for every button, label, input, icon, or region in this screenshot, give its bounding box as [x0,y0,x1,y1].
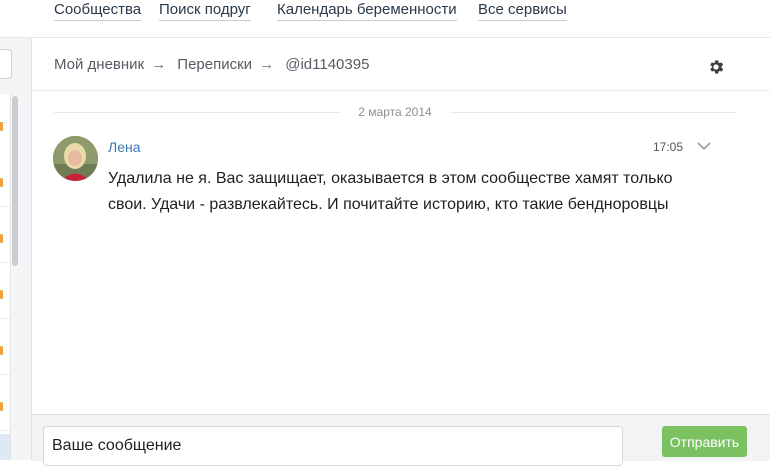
nav-link-pregnancy-calendar[interactable]: Календарь беременности [277,1,457,21]
chevron-down-icon[interactable] [697,141,711,151]
sidebar-scrollbar[interactable] [12,96,18,266]
breadcrumb: Мой дневник → Переписки → @id1140395 [54,56,376,73]
breadcrumb-separator: → [259,56,275,73]
top-navigation: Сообщества Поиск подруг Календарь береме… [0,0,770,34]
message-input[interactable] [43,426,623,466]
list-divider [0,430,10,431]
list-divider [0,206,10,207]
breadcrumb-conversations[interactable]: Переписки [177,56,252,73]
unread-badge [0,122,3,131]
list-divider [0,262,10,263]
top-divider [0,37,770,38]
list-divider [0,374,10,375]
breadcrumb-separator: → [151,56,167,73]
message-text: Удалила не я. Вас защищает, оказывается … [108,170,673,213]
message-time: 17:05 [653,140,684,154]
list-divider [0,318,10,319]
date-separator: 2 марта 2014 [358,105,432,119]
conversation-list-item-active[interactable] [0,434,10,460]
unread-badge [0,178,3,187]
avatar-photo [53,136,98,181]
unread-badge [0,346,3,355]
date-divider-line [54,112,340,113]
send-button[interactable]: Отправить [662,426,747,457]
unread-badge [0,234,3,243]
unread-badge [0,290,3,299]
nav-link-find-friends[interactable]: Поиск подруг [159,1,251,21]
message-sender[interactable]: Лена [108,139,141,155]
nav-link-all-services[interactable]: Все сервисы [478,1,567,21]
breadcrumb-user-id[interactable]: @id1140395 [285,56,369,73]
unread-badge [0,402,3,411]
breadcrumb-my-diary[interactable]: Мой дневник [54,56,144,73]
date-divider-line [450,112,736,113]
conversation-list [0,94,11,460]
sidebar-search-input[interactable] [0,49,12,79]
avatar[interactable] [53,136,98,181]
gear-icon[interactable] [707,58,725,76]
header-divider [32,90,770,91]
nav-link-communities[interactable]: Сообщества [54,1,142,21]
conversation-sidebar [0,38,32,460]
